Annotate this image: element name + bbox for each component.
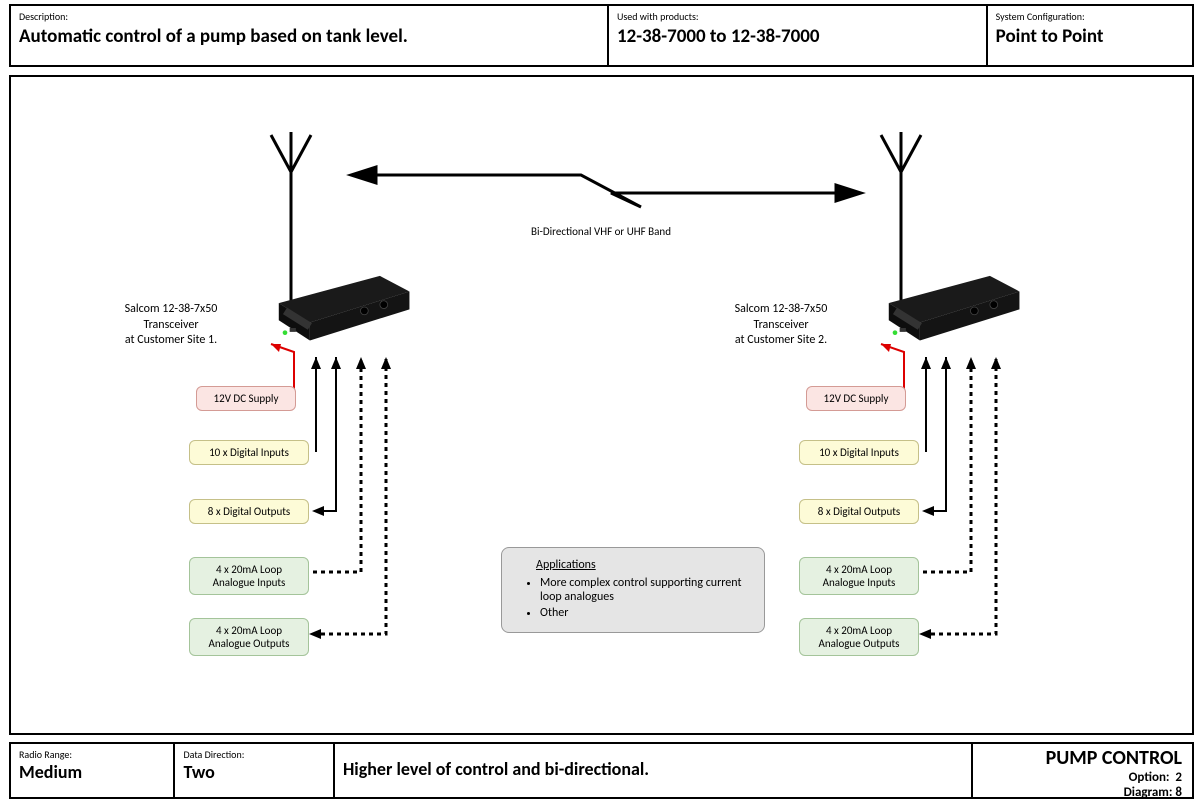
digital-outputs-tag: 8 x Digital Outputs — [799, 499, 919, 524]
app-item-2: Other — [540, 606, 748, 620]
config-value: Point to Point — [996, 25, 1104, 48]
footer-range: Radio Range: Medium — [11, 744, 175, 797]
description-value: Automatic control of a pump based on tan… — [19, 25, 408, 48]
applications-title: Applications — [536, 558, 748, 572]
digital-inputs-tag: 10 x Digital Inputs — [799, 440, 919, 465]
diagram-area: Bi-Directional VHF or UHF Band Salcom 12… — [9, 75, 1194, 735]
range-label: Radio Range: — [19, 748, 165, 761]
applications-box: Applications More complex control suppor… — [501, 547, 765, 633]
digital-outputs-tag: 8 x Digital Outputs — [189, 499, 309, 524]
footer-notes: Higher level of control and bi-direction… — [335, 744, 973, 797]
diagram-page: Description: Automatic control of a pump… — [0, 0, 1200, 805]
direction-label: Data Direction: — [183, 748, 324, 761]
analogue-outputs-tag: 4 x 20mA Loop Analogue Outputs — [799, 618, 919, 656]
products-label: Used with products: — [617, 10, 978, 23]
option-line: Option: 2 — [983, 770, 1182, 785]
footer-row: Radio Range: Medium Data Direction: Two … — [9, 742, 1194, 799]
diagram-title: PUMP CONTROL — [983, 746, 1182, 770]
digital-inputs-tag: 10 x Digital Inputs — [189, 440, 309, 465]
header-description: Description: Automatic control of a pump… — [11, 6, 609, 65]
direction-value: Two — [183, 761, 214, 783]
range-value: Medium — [19, 761, 82, 783]
config-label: System Configuration: — [996, 10, 1184, 23]
description-label: Description: — [19, 10, 599, 23]
analogue-outputs-tag: 4 x 20mA Loop Analogue Outputs — [189, 618, 309, 656]
footer-title-block: PUMP CONTROL Option: 2 Diagram: 8 — [973, 744, 1192, 797]
header-config: System Configuration: Point to Point — [988, 6, 1192, 65]
products-value: 12-38-7000 to 12-38-7000 — [617, 25, 820, 48]
dc-supply-tag: 12V DC Supply — [806, 386, 906, 411]
header-row: Description: Automatic control of a pump… — [9, 4, 1194, 67]
header-products: Used with products: 12-38-7000 to 12-38-… — [609, 6, 988, 65]
band-label: Bi-Directional VHF or UHF Band — [531, 225, 671, 238]
dc-supply-tag: 12V DC Supply — [196, 386, 296, 411]
analogue-inputs-tag: 4 x 20mA Loop Analogue Inputs — [189, 557, 309, 595]
app-item-1: More complex control supporting current … — [540, 576, 748, 604]
analogue-inputs-tag: 4 x 20mA Loop Analogue Inputs — [799, 557, 919, 595]
footer-direction: Data Direction: Two — [175, 744, 334, 797]
bidirectional-arrow-icon — [351, 167, 861, 207]
diagram-line: Diagram: 8 — [983, 785, 1182, 800]
applications-list: More complex control supporting current … — [518, 576, 748, 620]
